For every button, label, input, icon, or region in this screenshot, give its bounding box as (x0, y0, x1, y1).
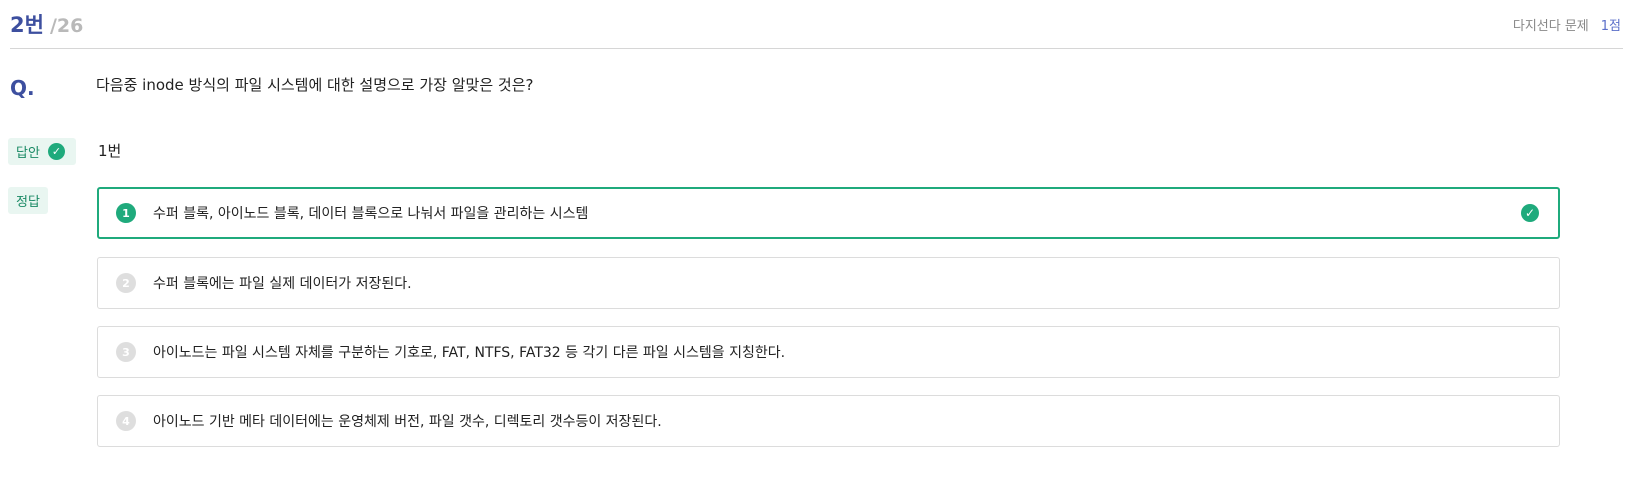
choice-text: 수퍼 블록에는 파일 실제 데이터가 저장된다. (153, 276, 412, 292)
total-questions: /26 (49, 15, 84, 37)
choice-number-badge: 3 (116, 342, 136, 362)
check-circle-icon: ✓ (47, 143, 65, 160)
question-row: Q. 다음중 inode 방식의 파일 시스템에 대한 설명으로 가장 알맞은 … (10, 72, 533, 100)
choice-option-2[interactable]: 2 수퍼 블록에는 파일 실제 데이터가 저장된다. (97, 257, 1560, 309)
question-label: Q. (10, 76, 35, 100)
choice-option-3[interactable]: 3 아이노드는 파일 시스템 자체를 구분하는 기호로, FAT, NTFS, … (97, 326, 1560, 378)
choice-option-1[interactable]: 1 수퍼 블록, 아이노드 블록, 데이터 블록으로 나눠서 파일을 관리하는 … (97, 187, 1560, 239)
question-number: 2번 /26 (10, 9, 83, 39)
question-text: 다음중 inode 방식의 파일 시스템에 대한 설명으로 가장 알맞은 것은? (96, 76, 534, 94)
question-points: 1점 (1600, 18, 1621, 34)
answer-tag: 답안 ✓ (8, 138, 76, 165)
choice-text: 수퍼 블록, 아이노드 블록, 데이터 블록으로 나눠서 파일을 관리하는 시스… (153, 206, 589, 222)
answer-value: 1번 (98, 142, 122, 160)
answer-tag-label: 답안 (16, 146, 40, 161)
answer-row: 답안 ✓ (8, 138, 76, 165)
choice-number-badge: 1 (116, 203, 136, 223)
choice-text: 아이노드는 파일 시스템 자체를 구분하는 기호로, FAT, NTFS, FA… (153, 345, 786, 361)
check-circle-icon: ✓ (1521, 204, 1539, 222)
question-meta: 다지선다 문제 1점 (1513, 15, 1623, 34)
choice-text: 아이노드 기반 메타 데이터에는 운영체제 버전, 파일 갯수, 디렉토리 갯수… (153, 414, 662, 430)
solution-tag: 정답 (8, 187, 48, 214)
choice-option-4[interactable]: 4 아이노드 기반 메타 데이터에는 운영체제 버전, 파일 갯수, 디렉토리 … (97, 395, 1560, 447)
question-type: 다지선다 문제 (1512, 18, 1589, 34)
question-header: 2번 /26 다지선다 문제 1점 (10, 0, 1623, 49)
current-question-number: 2번 (10, 13, 44, 37)
choice-number-badge: 4 (116, 411, 136, 431)
choice-number-badge: 2 (116, 273, 136, 293)
